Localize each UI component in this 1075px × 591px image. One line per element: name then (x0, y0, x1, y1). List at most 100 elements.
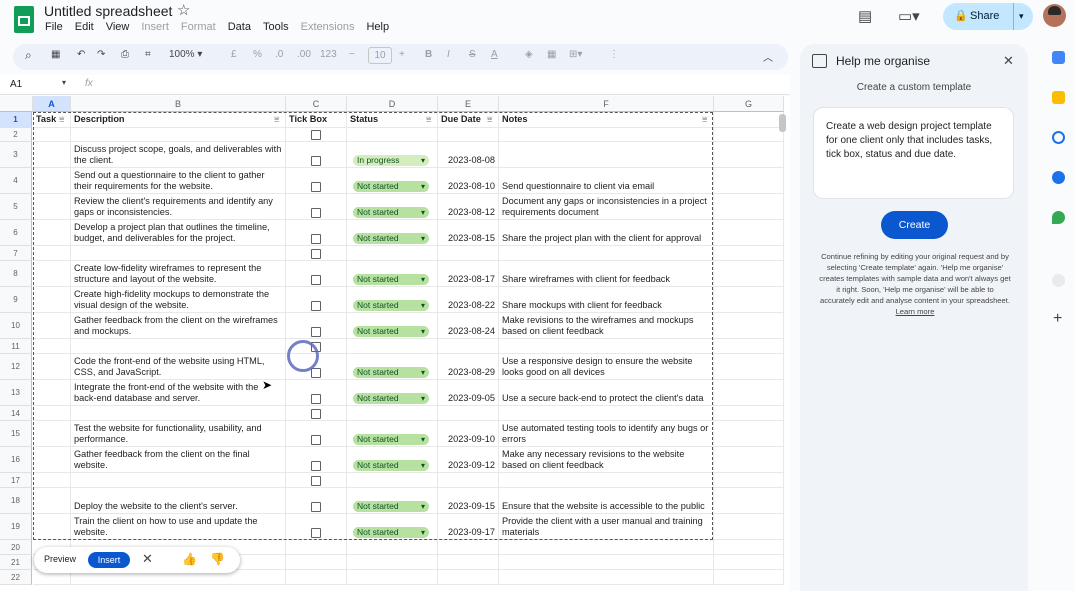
grid-cell[interactable] (438, 339, 499, 354)
avatar[interactable] (1043, 4, 1066, 27)
grid-cell[interactable]: Use a secure back-end to protect the cli… (499, 380, 714, 406)
grid-cell[interactable]: 2023-08-29 (438, 354, 499, 380)
grid-cell[interactable] (499, 142, 714, 168)
filter-icon[interactable]: ⩸ (702, 114, 707, 125)
maps-icon[interactable] (1052, 211, 1065, 224)
header-cell-status[interactable]: Status (347, 112, 438, 128)
merge-cells-icon[interactable]: ⊞▾ (569, 49, 582, 60)
row-header[interactable]: 12 (0, 354, 32, 380)
grid-cell[interactable]: Review the client's requirements and ide… (71, 194, 286, 220)
status-chip[interactable]: Not started (353, 434, 429, 445)
vertical-scrollbar[interactable] (779, 114, 786, 132)
grid-cell[interactable] (33, 421, 71, 447)
grid-cell[interactable] (347, 570, 438, 585)
menu-edit[interactable]: Edit (75, 21, 94, 33)
grid-cell[interactable] (714, 168, 784, 194)
italic-icon[interactable]: I (447, 49, 450, 60)
row-header[interactable]: 7 (0, 246, 32, 261)
grid-cell[interactable]: 2023-09-15 (438, 488, 499, 514)
decrease-decimal-button[interactable]: .0 (275, 49, 283, 60)
grid-cell[interactable] (499, 540, 714, 555)
grid-cell[interactable]: 2023-09-12 (438, 447, 499, 473)
grid-cell[interactable]: Develop a project plan that outlines the… (71, 220, 286, 246)
search-menus-icon[interactable]: ⌕ (25, 48, 32, 63)
share-dropdown-icon[interactable]: ▾ (1013, 3, 1024, 30)
grid-cell[interactable] (33, 287, 71, 313)
grid-cell[interactable] (714, 447, 784, 473)
grid-cell[interactable] (33, 488, 71, 514)
status-chip[interactable]: In progress (353, 155, 429, 166)
menu-data[interactable]: Data (228, 21, 251, 33)
grid-cell[interactable] (71, 246, 286, 261)
checkbox[interactable] (311, 502, 321, 512)
grid-cell[interactable] (71, 339, 286, 354)
name-box-dropdown-icon[interactable]: ▾ (62, 78, 66, 87)
thumbs-up-icon[interactable]: 👍 (182, 552, 197, 566)
grid-cell[interactable] (714, 406, 784, 421)
checkbox[interactable] (311, 130, 321, 140)
filter-icon[interactable]: ⩸ (487, 114, 492, 125)
calendar-icon[interactable] (1052, 51, 1065, 64)
status-chip[interactable]: Not started (353, 207, 429, 218)
grid-cell[interactable] (499, 339, 714, 354)
grid-cell[interactable] (347, 473, 438, 488)
menu-file[interactable]: File (45, 21, 63, 33)
status-chip[interactable]: Not started (353, 501, 429, 512)
header-cell-task[interactable]: Task (33, 112, 71, 128)
grid-cell[interactable]: Gather feedback from the client on the f… (71, 447, 286, 473)
grid-cell[interactable] (33, 313, 71, 339)
checkbox[interactable] (311, 249, 321, 259)
checkbox[interactable] (311, 156, 321, 166)
row-header[interactable]: 11 (0, 339, 32, 354)
grid-cell[interactable] (714, 261, 784, 287)
grid-cell[interactable] (286, 570, 347, 585)
grid-cell[interactable]: 2023-08-08 (438, 142, 499, 168)
grid-cell[interactable]: Gather feedback from the client on the w… (71, 313, 286, 339)
name-box[interactable]: A1 (10, 79, 22, 90)
grid-cell[interactable] (438, 555, 499, 570)
grid-cell[interactable]: 2023-09-10 (438, 421, 499, 447)
grid-cell[interactable] (286, 540, 347, 555)
status-chip[interactable]: Not started (353, 233, 429, 244)
menu-extensions[interactable]: Extensions (301, 21, 355, 33)
checkbox[interactable] (311, 275, 321, 285)
checkbox[interactable] (311, 476, 321, 486)
grid-cell[interactable] (33, 261, 71, 287)
filter-icon[interactable]: ⩸ (274, 114, 279, 125)
row-header[interactable]: 8 (0, 261, 32, 287)
grid-cell[interactable]: Make any necessary revisions to the webs… (499, 447, 714, 473)
row-header[interactable]: 17 (0, 473, 32, 488)
grid-cell[interactable] (714, 488, 784, 514)
grid-cell[interactable] (347, 339, 438, 354)
menu-insert[interactable]: Insert (141, 21, 169, 33)
grid-cell[interactable] (71, 128, 286, 142)
row-header[interactable]: 6 (0, 220, 32, 246)
prompt-input[interactable]: Create a web design project template for… (813, 107, 1014, 199)
row-header[interactable]: 22 (0, 570, 32, 585)
checkbox[interactable] (311, 461, 321, 471)
grid-cell[interactable] (714, 246, 784, 261)
status-chip[interactable]: Not started (353, 460, 429, 471)
grid-cell[interactable] (347, 540, 438, 555)
grid-cell[interactable] (714, 421, 784, 447)
row-header[interactable]: 4 (0, 168, 32, 194)
tasks-icon[interactable] (1052, 131, 1065, 144)
insert-button[interactable]: Insert (88, 552, 130, 568)
grid-cell[interactable] (33, 447, 71, 473)
row-header[interactable]: 14 (0, 406, 32, 421)
grid-cell[interactable]: Code the front-end of the website using … (71, 354, 286, 380)
filter-icon[interactable]: ⩸ (59, 114, 64, 125)
menu-tools[interactable]: Tools (263, 21, 289, 33)
grid-cell[interactable]: 2023-08-17 (438, 261, 499, 287)
grid-cell[interactable] (33, 168, 71, 194)
grid-cell[interactable]: Use automated testing tools to identify … (499, 421, 714, 447)
grid-cell[interactable] (438, 540, 499, 555)
header-cell-notes[interactable]: Notes (499, 112, 714, 128)
grid-cell[interactable] (714, 555, 784, 570)
status-chip[interactable]: Not started (353, 181, 429, 192)
grid-cell[interactable]: Provide the client with a user manual an… (499, 514, 714, 540)
grid-cell[interactable] (499, 406, 714, 421)
filter-icon[interactable]: ⩸ (426, 114, 431, 125)
row-header[interactable]: 3 (0, 142, 32, 168)
column-header-b[interactable]: B (71, 96, 286, 112)
